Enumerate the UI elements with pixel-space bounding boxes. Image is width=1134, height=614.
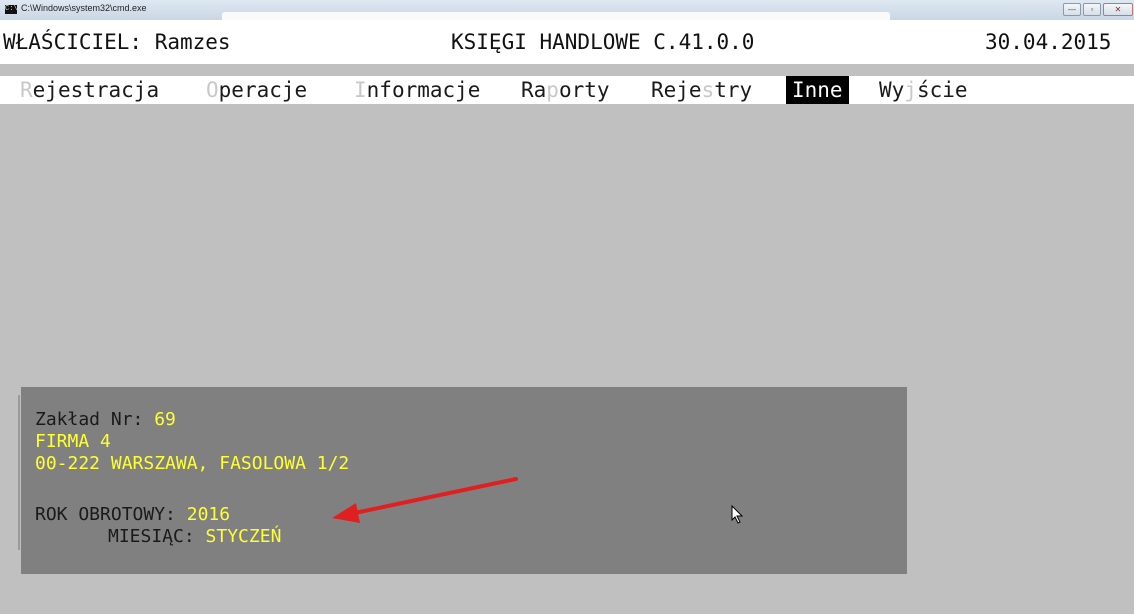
mouse-cursor-icon (731, 505, 744, 524)
annotation-arrow (332, 477, 518, 523)
